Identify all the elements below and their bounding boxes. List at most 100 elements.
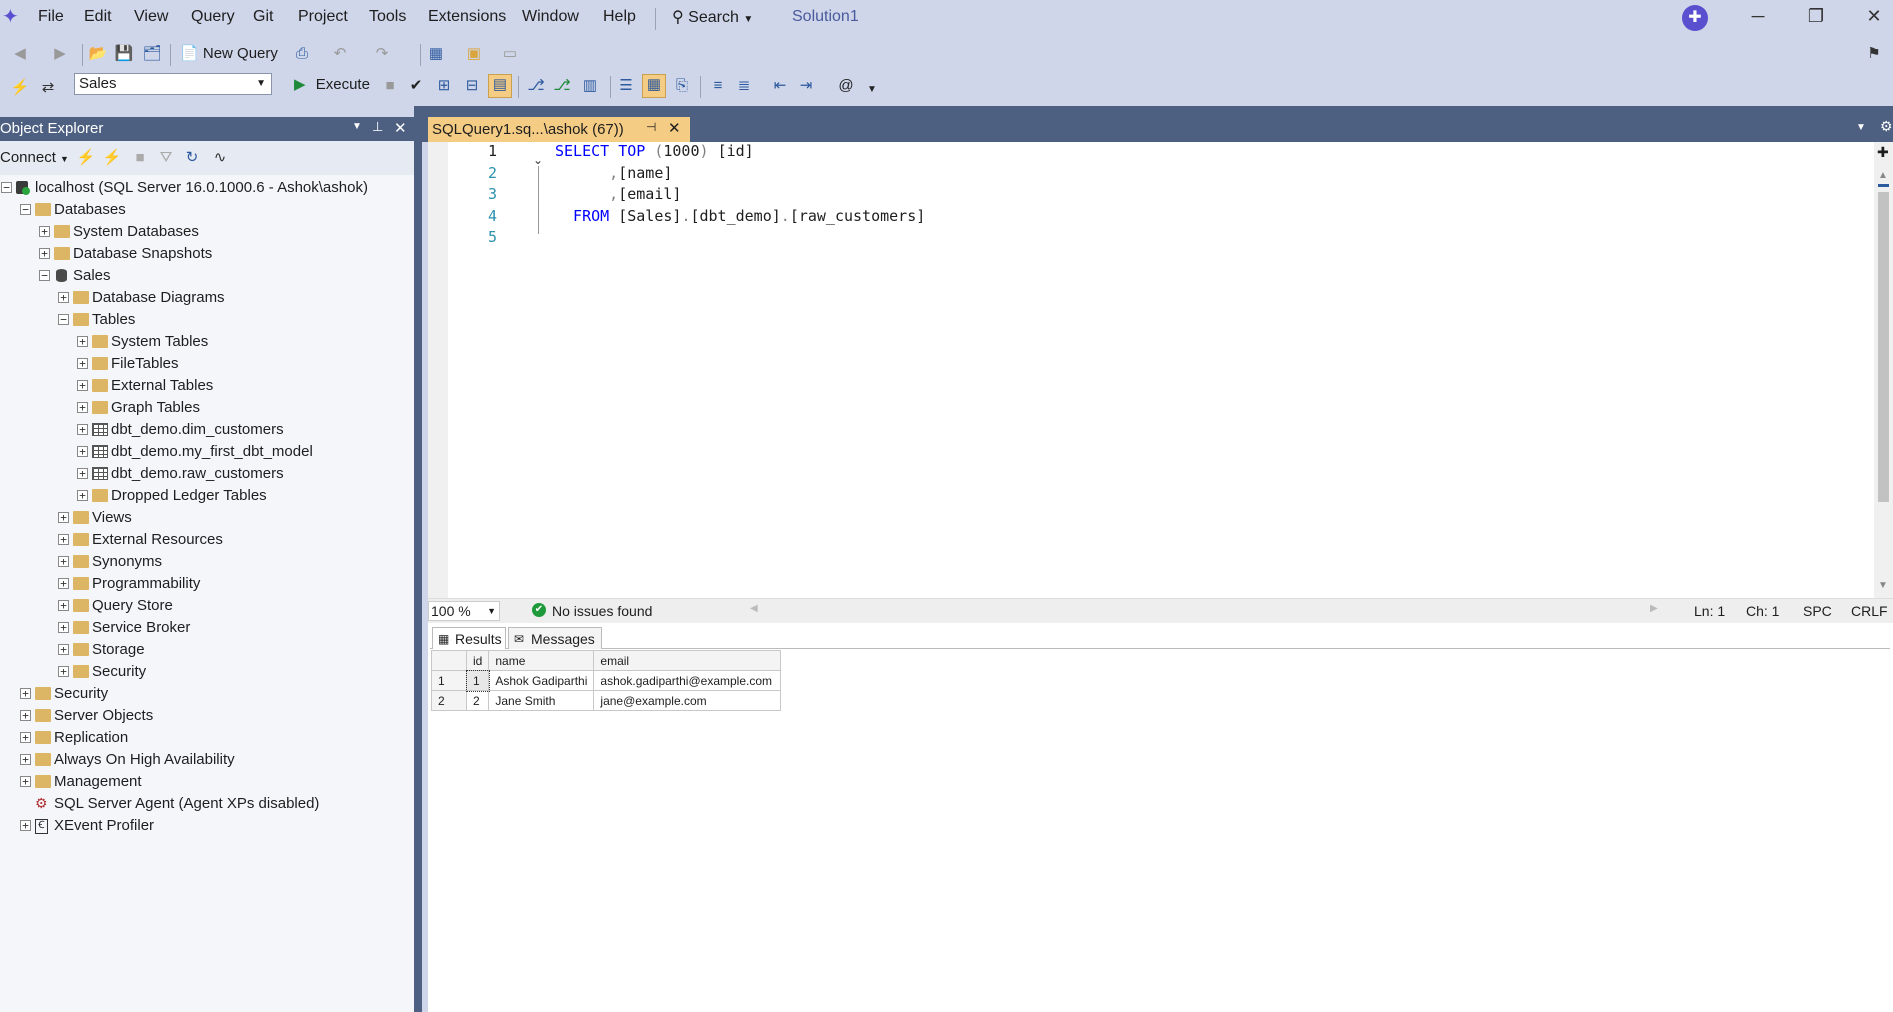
estimated-plan-icon[interactable]: ⊞: [434, 76, 454, 96]
parse-check-icon[interactable]: ✔: [406, 76, 426, 96]
tree-node[interactable]: + Server Objects: [0, 705, 414, 727]
pin-icon[interactable]: ⊣: [646, 120, 656, 134]
connect-plug-icon[interactable]: ⚡: [76, 148, 96, 168]
cell-name[interactable]: Ashok Gadiparthi: [488, 670, 595, 691]
settings-gear-icon[interactable]: ⚙: [1880, 118, 1893, 135]
tree-node[interactable]: − Databases: [0, 199, 414, 221]
expand-icon[interactable]: +: [58, 534, 69, 545]
undo-icon[interactable]: ↶: [330, 44, 350, 64]
expand-icon[interactable]: +: [58, 512, 69, 523]
expand-icon[interactable]: +: [20, 820, 31, 831]
panel-splitter[interactable]: [414, 106, 422, 1012]
tree-node[interactable]: + Service Broker: [0, 617, 414, 639]
tree-node[interactable]: + Security: [0, 683, 414, 705]
solution-explorer-icon[interactable]: ▣: [464, 44, 484, 64]
feedback-icon[interactable]: ⚑: [1864, 44, 1884, 64]
tree-node[interactable]: + Replication: [0, 727, 414, 749]
expand-icon[interactable]: +: [20, 688, 31, 699]
menu-query[interactable]: Query: [191, 8, 235, 26]
collapse-icon[interactable]: −: [39, 270, 50, 281]
collapse-region-icon[interactable]: ⌄: [533, 153, 545, 167]
line-ending-indicator[interactable]: CRLF: [1851, 603, 1888, 619]
client-stats-icon[interactable]: ▥: [580, 76, 600, 96]
live-share-icon[interactable]: ✚: [1682, 5, 1708, 31]
tree-node[interactable]: + External Tables: [0, 375, 414, 397]
close-panel-icon[interactable]: ✕: [394, 119, 407, 137]
refresh-icon[interactable]: ↻: [182, 148, 202, 168]
scroll-down-icon[interactable]: ▼: [1878, 580, 1888, 591]
scroll-thumb[interactable]: [1878, 192, 1889, 502]
comment-icon[interactable]: ≡: [708, 76, 728, 96]
tree-node[interactable]: + Dropped Ledger Tables: [0, 485, 414, 507]
include-plan-icon[interactable]: ⎇: [526, 76, 546, 96]
stop-icon[interactable]: ■: [380, 76, 400, 96]
forward-icon[interactable]: ▶: [50, 44, 70, 64]
tree-node[interactable]: + External Resources: [0, 529, 414, 551]
expand-icon[interactable]: +: [20, 732, 31, 743]
column-header[interactable]: email: [593, 650, 782, 671]
tree-node[interactable]: ⚙ SQL Server Agent (Agent XPs disabled): [0, 793, 414, 815]
table-row[interactable]: 1 1 Ashok Gadiparthi ashok.gadiparthi@ex…: [431, 669, 782, 692]
expand-icon[interactable]: +: [77, 358, 88, 369]
tree-node[interactable]: − Sales: [0, 265, 414, 287]
expand-icon[interactable]: +: [20, 710, 31, 721]
results-grid[interactable]: id name email 1 1 Ashok Gadiparthi ashok…: [431, 650, 782, 711]
expand-icon[interactable]: +: [20, 754, 31, 765]
execute-button[interactable]: ▶ Execute: [294, 73, 370, 97]
dropdown-icon[interactable]: ▼: [352, 121, 362, 132]
change-connection-icon[interactable]: ⇄: [38, 78, 58, 98]
column-header[interactable]: name: [488, 650, 595, 671]
menu-help[interactable]: Help: [603, 8, 636, 26]
connect-icon[interactable]: ⚡: [10, 78, 30, 98]
scroll-up-icon[interactable]: ▲: [1878, 170, 1888, 181]
expand-icon[interactable]: +: [77, 446, 88, 457]
increase-indent-icon[interactable]: ⇥: [796, 76, 816, 96]
expand-icon[interactable]: +: [20, 776, 31, 787]
tab-sqlquery1[interactable]: SQLQuery1.sq...\ashok (67)) ⊣ ✕: [428, 117, 690, 142]
tree-node[interactable]: + Always On High Availability: [0, 749, 414, 771]
tree-node[interactable]: + System Databases: [0, 221, 414, 243]
tree-node[interactable]: + Views: [0, 507, 414, 529]
new-query-button[interactable]: 📄 New Query: [180, 42, 278, 66]
results-to-file-icon[interactable]: ⎘: [672, 76, 692, 96]
expand-icon[interactable]: +: [39, 248, 50, 259]
connect-button[interactable]: Connect ▼: [0, 149, 69, 166]
collapse-icon[interactable]: −: [1, 182, 12, 193]
tree-node[interactable]: + dbt_demo.dim_customers: [0, 419, 414, 441]
collapse-icon[interactable]: −: [58, 314, 69, 325]
code-line[interactable]: ,[name]: [555, 164, 672, 182]
tree-node[interactable]: + System Tables: [0, 331, 414, 353]
filter-icon[interactable]: ⛛: [156, 148, 176, 168]
whitespace-indicator[interactable]: SPC: [1803, 603, 1832, 619]
decrease-indent-icon[interactable]: ⇤: [770, 76, 790, 96]
save-all-icon[interactable]: 🗂: [142, 44, 162, 64]
activity-monitor-icon[interactable]: ▦: [426, 44, 446, 64]
expand-icon[interactable]: +: [77, 336, 88, 347]
cell-id[interactable]: 2: [465, 690, 490, 711]
code-line[interactable]: ,[email]: [555, 185, 681, 203]
tree-node[interactable]: + Database Diagrams: [0, 287, 414, 309]
tree-node[interactable]: − Tables: [0, 309, 414, 331]
tab-messages[interactable]: ✉ Messages: [508, 627, 602, 649]
zoom-select[interactable]: 100 % ▼: [428, 601, 500, 621]
menu-tools[interactable]: Tools: [369, 8, 406, 26]
tree-node[interactable]: + Database Snapshots: [0, 243, 414, 265]
results-to-icon[interactable]: ▤: [488, 74, 512, 98]
expand-icon[interactable]: +: [77, 380, 88, 391]
expand-icon[interactable]: +: [77, 468, 88, 479]
expand-icon[interactable]: +: [58, 600, 69, 611]
properties-icon[interactable]: ▭: [500, 44, 520, 64]
expand-icon[interactable]: +: [39, 226, 50, 237]
expand-icon[interactable]: +: [58, 644, 69, 655]
menu-project[interactable]: Project: [298, 8, 348, 26]
close-icon[interactable]: ✕: [1854, 6, 1893, 30]
expand-icon[interactable]: +: [58, 622, 69, 633]
query-designer-icon[interactable]: ⊟: [462, 76, 482, 96]
menu-edit[interactable]: Edit: [84, 8, 112, 26]
live-stats-icon[interactable]: ⎇: [552, 76, 572, 96]
search-button[interactable]: ⚲ Search ▼: [672, 6, 753, 30]
tab-results[interactable]: ▦ Results: [432, 627, 506, 649]
tree-node[interactable]: + dbt_demo.raw_customers: [0, 463, 414, 485]
save-icon[interactable]: 💾: [114, 44, 134, 64]
expand-icon[interactable]: +: [58, 292, 69, 303]
